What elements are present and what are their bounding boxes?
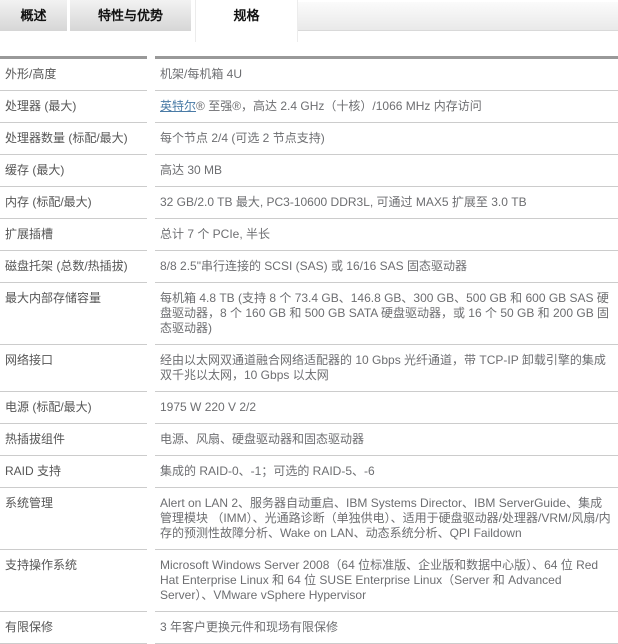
spec-label: 扩展插槽 bbox=[0, 219, 147, 251]
spec-row: 支持操作系统 Microsoft Windows Server 2008（64 … bbox=[0, 550, 618, 612]
spec-row: 扩展插槽 总计 7 个 PCIe, 半长 bbox=[0, 219, 618, 251]
spec-value: 总计 7 个 PCIe, 半长 bbox=[155, 219, 618, 251]
spec-value: 1975 W 220 V 2/2 bbox=[155, 392, 618, 424]
spec-row: 电源 (标配/最大) 1975 W 220 V 2/2 bbox=[0, 392, 618, 424]
spec-row: 系统管理 Alert on LAN 2、服务器自动重启、IBM Systems … bbox=[0, 488, 618, 550]
spec-label: 支持操作系统 bbox=[0, 550, 147, 612]
tab-bar: 概述 特性与优势 规格 bbox=[0, 0, 618, 42]
spec-value-text: 集成的 RAID-0、-1；可选的 RAID-5、-6 bbox=[160, 464, 375, 478]
spec-value: 英特尔® 至强®，高达 2.4 GHz（十核）/1066 MHz 内存访问 bbox=[155, 91, 618, 123]
spec-row: 有限保修 3 年客户更换元件和现场有限保修 bbox=[0, 612, 618, 644]
spec-value: 高达 30 MB bbox=[155, 155, 618, 187]
spec-value-text: Alert on LAN 2、服务器自动重启、IBM Systems Direc… bbox=[160, 496, 611, 540]
spec-value-text: 高达 30 MB bbox=[160, 163, 222, 177]
spec-row: 处理器 (最大) 英特尔® 至强®，高达 2.4 GHz（十核）/1066 MH… bbox=[0, 91, 618, 123]
spec-value-text: 电源、风扇、硬盘驱动器和固态驱动器 bbox=[160, 432, 364, 446]
spec-value: 经由以太网双通道融合网络适配器的 10 Gbps 光纤通道，带 TCP-IP 卸… bbox=[155, 345, 618, 392]
tab-bar-filler bbox=[298, 2, 618, 31]
spec-value-text: 机架/每机箱 4U bbox=[160, 67, 242, 81]
spec-row: 网络接口 经由以太网双通道融合网络适配器的 10 Gbps 光纤通道，带 TCP… bbox=[0, 345, 618, 392]
tab-specs[interactable]: 规格 bbox=[195, 0, 298, 42]
spec-value-text: Microsoft Windows Server 2008（64 位标准版、企业… bbox=[160, 558, 598, 602]
spec-value: 32 GB/2.0 TB 最大, PC3-10600 DDR3L, 可通过 MA… bbox=[155, 187, 618, 219]
spec-value: 电源、风扇、硬盘驱动器和固态驱动器 bbox=[155, 424, 618, 456]
spec-label: 系统管理 bbox=[0, 488, 147, 550]
spec-label: RAID 支持 bbox=[0, 456, 147, 488]
spec-label: 外形/高度 bbox=[0, 56, 147, 91]
spec-value-text: 1975 W 220 V 2/2 bbox=[160, 400, 256, 414]
spec-value: 3 年客户更换元件和现场有限保修 bbox=[155, 612, 618, 644]
spec-label: 磁盘托架 (总数/热插拔) bbox=[0, 251, 147, 283]
tab-features[interactable]: 特性与优势 bbox=[70, 0, 191, 31]
spec-value-text: 总计 7 个 PCIe, 半长 bbox=[160, 227, 270, 241]
spec-value-text: 8/8 2.5"串行连接的 SCSI (SAS) 或 16/16 SAS 固态驱… bbox=[160, 259, 467, 273]
tab-overview[interactable]: 概述 bbox=[0, 0, 67, 31]
spec-row: 磁盘托架 (总数/热插拔) 8/8 2.5"串行连接的 SCSI (SAS) 或… bbox=[0, 251, 618, 283]
spec-row: 最大内部存储容量 每机箱 4.8 TB (支持 8 个 73.4 GB、146.… bbox=[0, 283, 618, 345]
spec-value: 集成的 RAID-0、-1；可选的 RAID-5、-6 bbox=[155, 456, 618, 488]
spec-label: 热插拔组件 bbox=[0, 424, 147, 456]
spec-label: 电源 (标配/最大) bbox=[0, 392, 147, 424]
spec-row: 处理器数量 (标配/最大) 每个节点 2/4 (可选 2 节点支持) bbox=[0, 123, 618, 155]
spec-row: RAID 支持 集成的 RAID-0、-1；可选的 RAID-5、-6 bbox=[0, 456, 618, 488]
spec-label: 缓存 (最大) bbox=[0, 155, 147, 187]
spec-value: 8/8 2.5"串行连接的 SCSI (SAS) 或 16/16 SAS 固态驱… bbox=[155, 251, 618, 283]
spec-label: 最大内部存储容量 bbox=[0, 283, 147, 345]
spec-row: 内存 (标配/最大) 32 GB/2.0 TB 最大, PC3-10600 DD… bbox=[0, 187, 618, 219]
spec-value-text: 每机箱 4.8 TB (支持 8 个 73.4 GB、146.8 GB、300 … bbox=[160, 291, 609, 335]
spec-row: 外形/高度 机架/每机箱 4U bbox=[0, 56, 618, 91]
spec-label: 处理器 (最大) bbox=[0, 91, 147, 123]
spec-label: 处理器数量 (标配/最大) bbox=[0, 123, 147, 155]
spec-row: 缓存 (最大) 高达 30 MB bbox=[0, 155, 618, 187]
spec-value: 每机箱 4.8 TB (支持 8 个 73.4 GB、146.8 GB、300 … bbox=[155, 283, 618, 345]
spec-value: Alert on LAN 2、服务器自动重启、IBM Systems Direc… bbox=[155, 488, 618, 550]
spec-row: 热插拔组件 电源、风扇、硬盘驱动器和固态驱动器 bbox=[0, 424, 618, 456]
spec-value: 机架/每机箱 4U bbox=[155, 56, 618, 91]
spec-label: 网络接口 bbox=[0, 345, 147, 392]
spec-label: 内存 (标配/最大) bbox=[0, 187, 147, 219]
spec-table: 外形/高度 机架/每机箱 4U 处理器 (最大) 英特尔® 至强®，高达 2.4… bbox=[0, 56, 618, 644]
spec-value-text: 经由以太网双通道融合网络适配器的 10 Gbps 光纤通道，带 TCP-IP 卸… bbox=[160, 353, 606, 382]
intel-link[interactable]: 英特尔 bbox=[160, 99, 196, 113]
spec-value-text: 3 年客户更换元件和现场有限保修 bbox=[160, 620, 338, 634]
spec-label: 有限保修 bbox=[0, 612, 147, 644]
spec-value: 每个节点 2/4 (可选 2 节点支持) bbox=[155, 123, 618, 155]
spec-value: Microsoft Windows Server 2008（64 位标准版、企业… bbox=[155, 550, 618, 612]
spec-value-text: 每个节点 2/4 (可选 2 节点支持) bbox=[160, 131, 325, 145]
spec-value-text: 32 GB/2.0 TB 最大, PC3-10600 DDR3L, 可通过 MA… bbox=[160, 195, 527, 209]
spec-value-text: ® 至强®，高达 2.4 GHz（十核）/1066 MHz 内存访问 bbox=[196, 99, 482, 113]
